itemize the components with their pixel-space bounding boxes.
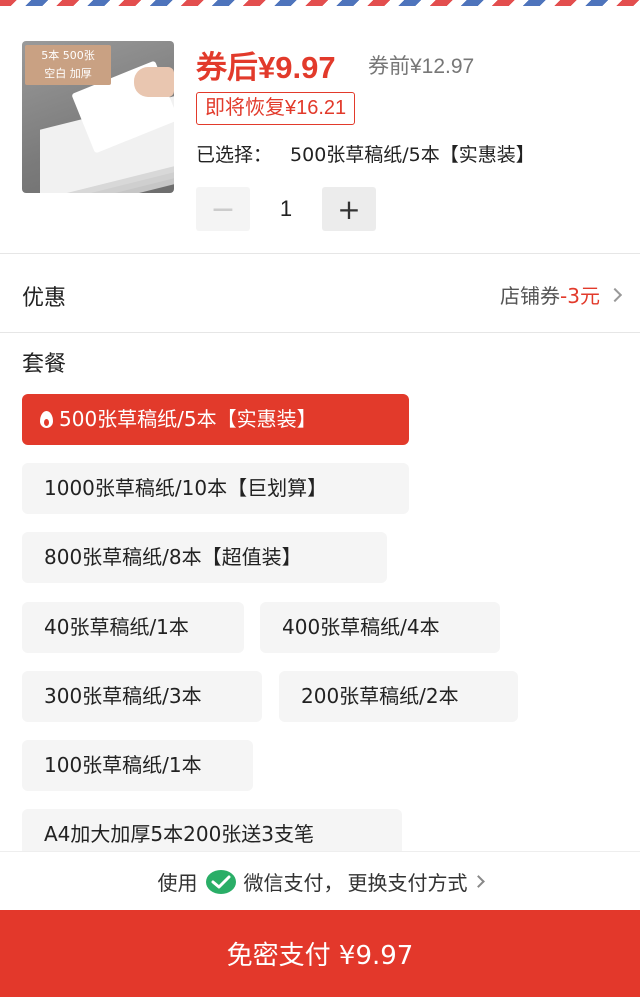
package-option[interactable]: 500张草稿纸/5本【实惠装】 <box>22 394 409 445</box>
package-option-label: 800张草稿纸/8本【超值装】 <box>44 545 302 569</box>
price-before-coupon: 券前¥12.97 <box>368 55 475 78</box>
package-option-label: 40张草稿纸/1本 <box>44 615 189 639</box>
hand <box>134 67 174 97</box>
package-option-label: 1000张草稿纸/10本【巨划算】 <box>44 476 328 500</box>
use-label: 使用 <box>157 871 198 895</box>
selected-label: 已选择： <box>196 144 273 166</box>
decrease-quantity-button[interactable]: − <box>196 187 250 231</box>
price-after-coupon: 券后¥9.97 <box>196 50 336 85</box>
product-thumbnail[interactable]: 5本 500张 空白 加厚 <box>22 41 174 193</box>
flame-icon <box>40 411 53 428</box>
airmail-border <box>0 0 640 6</box>
package-option[interactable]: 40张草稿纸/1本 <box>22 602 244 653</box>
package-option[interactable]: 1000张草稿纸/10本【巨划算】 <box>22 463 409 514</box>
chevron-right-icon <box>471 875 485 888</box>
package-label: 套餐 <box>22 352 67 377</box>
payment-method-name: 微信支付， <box>243 871 344 895</box>
increase-quantity-button[interactable]: + <box>322 187 376 231</box>
package-option[interactable]: 400张草稿纸/4本 <box>260 602 500 653</box>
selected-option: 已选择： 500张草稿纸/5本【实惠装】 <box>196 140 535 167</box>
package-option-label: 300张草稿纸/3本 <box>44 684 202 708</box>
wechat-pay-icon <box>205 869 236 894</box>
chevron-right-icon <box>607 287 623 302</box>
package-option-label: A4加大加厚5本200张送3支笔 <box>44 822 315 846</box>
package-option-label: 200张草稿纸/2本 <box>301 684 459 708</box>
image-badge: 5本 500张 空白 加厚 <box>25 45 111 85</box>
package-option[interactable]: 800张草稿纸/8本【超值装】 <box>22 532 387 583</box>
package-option-label: 100张草稿纸/1本 <box>44 753 202 777</box>
package-option[interactable]: 100张草稿纸/1本 <box>22 740 253 791</box>
quantity-stepper: − 1 + <box>196 187 376 231</box>
password-free-pay-button[interactable]: 免密支付 ¥9.97 <box>0 910 640 997</box>
selected-value: 500张草稿纸/5本【实惠装】 <box>290 144 535 166</box>
image-badge-line2: 空白 加厚 <box>44 67 92 80</box>
coupon-selector[interactable]: 店铺券 -3元 <box>500 280 623 309</box>
divider <box>0 332 640 333</box>
package-option[interactable]: 300张草稿纸/3本 <box>22 671 262 722</box>
package-option-label: 400张草稿纸/4本 <box>282 615 440 639</box>
change-payment-link[interactable]: 更换支付方式 <box>348 867 468 896</box>
package-option-label: 500张草稿纸/5本【实惠装】 <box>59 407 317 431</box>
payment-method-bar[interactable]: 使用 微信支付， 更换支付方式 <box>0 851 640 911</box>
restore-price-badge: 即将恢复¥16.21 <box>196 92 356 125</box>
coupon-prefix: 店铺券 <box>500 284 561 308</box>
image-badge-line1: 5本 500张 <box>41 49 95 62</box>
discount-label: 优惠 <box>22 286 67 311</box>
package-option[interactable]: 200张草稿纸/2本 <box>279 671 518 722</box>
coupon-amount: -3元 <box>560 284 600 308</box>
quantity-value[interactable]: 1 <box>250 196 322 222</box>
divider <box>0 253 640 254</box>
